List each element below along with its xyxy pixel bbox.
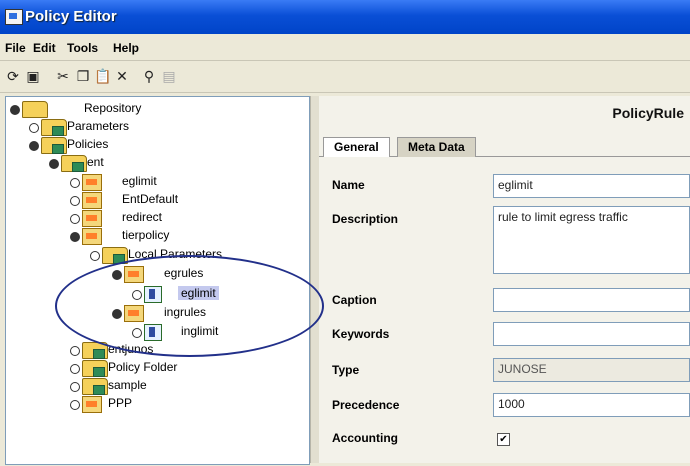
condition-icon: [144, 324, 162, 341]
name-label: Name: [332, 178, 365, 192]
save-icon[interactable]: ▣: [24, 68, 42, 86]
rule-icon: [124, 305, 144, 322]
tab-strip: General Meta Data: [319, 134, 690, 157]
toolbar: ⟳ ▣ ✂ ❐ 📋 ✕ ⚲ ▤: [0, 62, 690, 93]
menu-file[interactable]: File: [5, 41, 26, 55]
window-title: Policy Editor: [25, 8, 117, 25]
folder-icon: [82, 342, 108, 359]
paste-icon[interactable]: 📋: [94, 68, 112, 86]
rule-icon: [82, 192, 102, 209]
panel-title: PolicyRule: [612, 105, 684, 121]
condition-icon: [144, 286, 162, 303]
menu-tools[interactable]: Tools: [67, 41, 98, 55]
folder-icon: [82, 360, 108, 377]
rule-icon: [82, 210, 102, 227]
precedence-label: Precedence: [332, 398, 400, 412]
folder-icon: [22, 101, 48, 118]
refresh-icon[interactable]: ⟳: [4, 68, 22, 86]
cut-icon[interactable]: ✂: [54, 68, 72, 86]
properties-icon[interactable]: ▤: [160, 68, 178, 86]
folder-icon: [41, 137, 67, 154]
menu-help[interactable]: Help: [113, 41, 139, 55]
precedence-field[interactable]: 1000: [493, 393, 690, 417]
find-icon[interactable]: ⚲: [140, 68, 158, 86]
caption-field[interactable]: [493, 288, 690, 312]
type-field: JUNOSE: [493, 358, 690, 382]
policy-rule-panel: PolicyRule General Meta Data Name eglimi…: [319, 96, 690, 463]
keywords-label: Keywords: [332, 327, 390, 341]
accounting-label: Accounting: [332, 431, 398, 445]
caption-label: Caption: [332, 293, 377, 307]
app-icon: [5, 9, 23, 25]
tab-general[interactable]: General: [323, 137, 390, 157]
rule-icon: [82, 228, 102, 245]
policy-tree[interactable]: Repository Parameters Policies ent eglim…: [5, 96, 310, 465]
rule-icon: [82, 396, 102, 413]
folder-icon: [61, 155, 87, 172]
rule-icon: [124, 266, 144, 283]
folder-icon: [102, 247, 128, 264]
description-field[interactable]: rule to limit egress traffic: [493, 206, 690, 274]
folder-icon: [41, 119, 67, 136]
accounting-checkbox[interactable]: ✔: [497, 433, 510, 446]
copy-icon[interactable]: ❐: [74, 68, 92, 86]
name-field[interactable]: eglimit: [493, 174, 690, 198]
keywords-field[interactable]: [493, 322, 690, 346]
description-label: Description: [332, 212, 399, 226]
title-bar: Policy Editor: [0, 0, 690, 34]
menu-edit[interactable]: Edit: [33, 41, 56, 55]
tab-meta-data[interactable]: Meta Data: [397, 137, 476, 157]
delete-icon[interactable]: ✕: [113, 68, 131, 86]
folder-icon: [82, 378, 108, 395]
menu-bar: File Edit Tools Help: [0, 36, 690, 61]
rule-icon: [82, 174, 102, 191]
type-label: Type: [332, 363, 360, 377]
